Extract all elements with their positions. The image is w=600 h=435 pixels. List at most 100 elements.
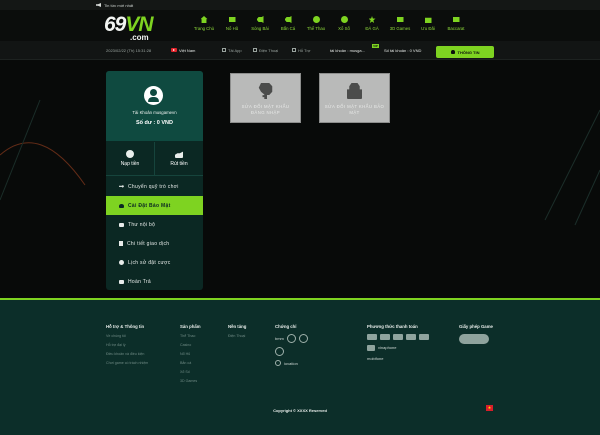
main-content: Tài Khoản musgamevn Số dư : 0 VND Nạp ti… <box>0 60 600 298</box>
vinaphone-logo: vinaphone <box>378 345 397 350</box>
copyright: Copyright © XXXX Reserved <box>273 408 327 413</box>
payment-logo-icon <box>380 334 390 340</box>
site-header: 69VN .com Trang Chủ Nổ Hũ Sòng Bài Bắn C… <box>0 10 600 43</box>
nav-3d-games[interactable]: 3D Games <box>386 16 414 38</box>
sidebar-item-security[interactable]: Cài Đặt Bảo Mật <box>106 196 203 215</box>
datetime: 2023/02/22 (Th) 15:31:28 <box>106 48 152 53</box>
sidebar-item-label: Lịch sử đặt cược <box>128 259 171 266</box>
cert-seal-icon <box>275 347 284 356</box>
iovation-logo: iovation <box>284 360 298 366</box>
nav-label: ĐÁ GÀ <box>365 26 379 31</box>
deposit-label: Nạp tiền <box>120 161 140 167</box>
footer-heading: Nền tảng <box>228 324 247 329</box>
phone-icon <box>253 48 257 52</box>
footer-link[interactable]: Nổ Hũ <box>180 352 201 356</box>
footer-link[interactable]: Casino <box>180 343 201 347</box>
gift-icon <box>424 17 432 23</box>
slot-icon <box>228 17 236 22</box>
change-login-password-card[interactable]: SỬA ĐỔI MẬT KHẨU ĐĂNG NHẬP <box>230 73 301 123</box>
payment-logo-icon <box>419 334 429 340</box>
footer-link[interactable]: Thể Thao <box>180 334 201 338</box>
nav-promotions[interactable]: Ưu Đãi <box>414 16 442 38</box>
sidebar-item-messages[interactable]: Thư nội bộ <box>106 215 203 234</box>
fish-icon <box>284 16 292 23</box>
footer-payment-column: Phương thức thanh toán vinaphone mobifon… <box>367 324 429 361</box>
security-users-icon <box>119 203 124 208</box>
refund-icon <box>119 279 124 284</box>
transfer-icon <box>119 184 124 189</box>
info-button-label: THÔNG TIN <box>457 49 480 55</box>
lock-icon <box>347 83 362 99</box>
nav-casino[interactable]: Sòng Bài <box>246 16 274 38</box>
nav-baccarat[interactable]: Baccarat <box>442 16 470 38</box>
deposit-button[interactable]: Nạp tiền <box>106 142 154 175</box>
account-balance: Số tài khoản : 0 VND <box>384 48 422 53</box>
transaction-icon <box>119 241 123 246</box>
nav-label: Trang Chủ <box>193 26 215 31</box>
nav-slots[interactable]: Nổ Hũ <box>218 16 246 38</box>
user-icon <box>450 50 455 54</box>
footer-link[interactable]: Điện Thoại <box>228 334 246 338</box>
sidebar-item-transfer[interactable]: Chuyển quỹ trò chơi <box>106 177 203 196</box>
vietnam-flag-icon[interactable] <box>486 405 493 411</box>
nav-label: 3D Games <box>389 26 411 31</box>
money-actions: Nạp tiền Rút tiền <box>106 142 203 176</box>
footer-license-column: Giấy phép Game <box>459 324 493 344</box>
account-bar: 2023/02/22 (Th) 15:31:28 Việt Nam Tải Ap… <box>0 41 600 60</box>
sidebar-menu: Chuyển quỹ trò chơi Cài Đặt Bảo Mật Thư … <box>106 177 203 290</box>
youtube-icon[interactable] <box>171 48 177 52</box>
support-link[interactable]: Hỗ Trợ <box>298 48 310 53</box>
footer-platform-column: Nền tảng Điện Thoại <box>228 324 246 343</box>
withdraw-button[interactable]: Rút tiền <box>154 142 203 175</box>
account-name: tài khoản : musga... <box>330 48 365 53</box>
support-icon <box>292 48 296 52</box>
nav-label: Ưu Đãi <box>421 26 435 31</box>
footer-link[interactable]: Chơi game có trách nhiệm <box>106 361 148 365</box>
footer-link[interactable]: 3D Games <box>180 379 201 383</box>
footer-heading: Chứng chỉ <box>275 324 297 329</box>
phone-link[interactable]: Điện Thoại <box>259 48 278 53</box>
bmm-logo: bmm <box>275 336 284 341</box>
sidebar-item-label: Hoàn Trả <box>128 278 151 285</box>
nav-label: Baccarat <box>447 26 465 31</box>
nav-fishing[interactable]: Bắn Cá <box>274 16 302 38</box>
footer-link[interactable]: Xổ Số <box>180 370 201 374</box>
change-security-password-card[interactable]: SỬA ĐỔI MẬT KHẨU BẢO MẬT <box>319 73 390 123</box>
footer-heading: Hỗ trợ & Thông tin <box>106 324 145 329</box>
nav-label: Sòng Bài <box>251 26 269 31</box>
nav-cockfight[interactable]: ĐÁ GÀ <box>358 16 386 38</box>
download-app-link[interactable]: Tải App <box>228 48 242 53</box>
sidebar-item-transactions[interactable]: Chi tiết giao dịch <box>106 234 203 253</box>
nav-sports[interactable]: Thể Thao <box>302 16 330 38</box>
home-icon <box>200 16 208 23</box>
main-nav: Trang Chủ Nổ Hũ Sòng Bài Bắn Cá Thể Thao… <box>190 16 470 38</box>
key-icon <box>258 83 273 99</box>
info-button[interactable]: THÔNG TIN <box>436 46 494 58</box>
site-logo[interactable]: 69VN .com <box>104 13 164 43</box>
mobifone-logo: mobifone <box>367 356 384 361</box>
sidebar-item-refund[interactable]: Hoàn Trả <box>106 272 203 290</box>
deposit-icon <box>126 150 134 158</box>
footer-link[interactable]: Về chúng tôi <box>106 334 148 338</box>
withdraw-icon <box>175 151 183 158</box>
app-icon <box>222 48 226 52</box>
nav-home[interactable]: Trang Chủ <box>190 16 218 38</box>
footer-heading: Phương thức thanh toán <box>367 324 418 329</box>
footer-link[interactable]: Bắn cá <box>180 361 201 365</box>
balance-label: Số dư : 0 VND <box>136 120 173 126</box>
card-icon <box>452 17 460 22</box>
mail-icon <box>119 222 124 227</box>
footer-products-column: Sản phẩm Thể Thao Casino Nổ Hũ Bắn cá Xổ… <box>180 324 201 388</box>
footer-link[interactable]: Hỗ trợ đại lý <box>106 343 148 347</box>
nav-lottery[interactable]: Xổ Số <box>330 16 358 38</box>
footer-link[interactable]: Điều khoản và điều kiện <box>106 352 148 356</box>
account-sidebar: Tài Khoản musgamevn Số dư : 0 VND Nạp ti… <box>106 71 203 290</box>
sidebar-item-label: Cài Đặt Bảo Mật <box>128 202 171 209</box>
footer-heading: Sản phẩm <box>180 324 201 329</box>
profile-panel: Tài Khoản musgamevn Số dư : 0 VND <box>106 71 203 141</box>
news-ticker[interactable]: Tin tức mới nhất <box>0 0 600 10</box>
sidebar-item-label: Chi tiết giao dịch <box>127 240 170 247</box>
youtube-label[interactable]: Việt Nam <box>179 48 195 53</box>
account-label: Tài Khoản musgamevn <box>132 110 177 115</box>
sidebar-item-bet-history[interactable]: Lịch sử đặt cược <box>106 253 203 272</box>
